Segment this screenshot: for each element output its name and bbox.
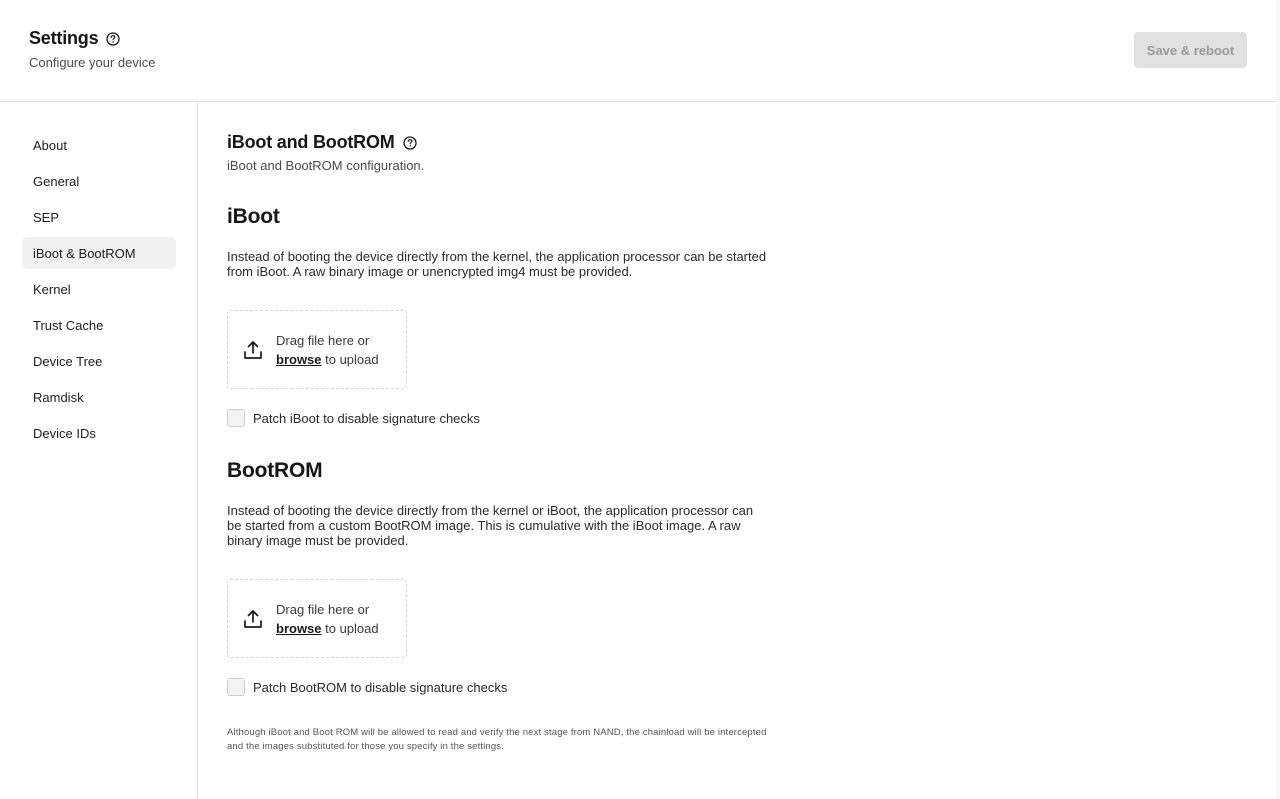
help-circle-icon[interactable] [402,135,417,150]
dropzone-prompt: Drag file here or [276,332,370,348]
sidebar-item-label: Trust Cache [33,317,104,333]
patch-iboot-checkbox-row[interactable]: Patch iBoot to disable signature checks [227,409,480,427]
patch-bootrom-checkbox-row[interactable]: Patch BootROM to disable signature check… [227,678,507,696]
dropzone-prompt: Drag file here or [276,601,370,617]
sidebar-item-label: About [33,137,67,153]
settings-sidebar: About General SEP iBoot & BootROM Kernel… [0,102,198,799]
page-title: Settings [29,28,99,48]
browse-link[interactable]: browse [276,621,322,636]
upload-icon [242,608,264,630]
sidebar-item-kernel[interactable]: Kernel [22,273,176,305]
patch-iboot-checkbox[interactable] [227,409,245,427]
sidebar-item-device-tree[interactable]: Device Tree [22,345,176,377]
page-subtitle: Configure your device [29,55,156,70]
sidebar-item-ramdisk[interactable]: Ramdisk [22,381,176,413]
sidebar-item-sep[interactable]: SEP [22,201,176,233]
patch-iboot-checkbox-label: Patch iBoot to disable signature checks [253,410,480,426]
sidebar-item-iboot-bootrom[interactable]: iBoot & BootROM [22,237,176,269]
sidebar-item-general[interactable]: General [22,165,176,197]
sidebar-item-label: Device Tree [33,353,103,369]
upload-icon [242,339,264,361]
sidebar-item-label: Device IDs [33,425,96,441]
bootrom-section-description: Instead of booting the device directly f… [227,503,754,548]
dropzone-text: Drag file here or browse to upload [276,331,379,369]
save-and-reboot-button[interactable]: Save & reboot [1134,32,1247,68]
iboot-section-title: iBoot [227,205,280,228]
patch-bootrom-checkbox-label: Patch BootROM to disable signature check… [253,679,508,695]
sidebar-item-label: SEP [33,209,60,225]
sidebar-item-label: iBoot & BootROM [33,245,136,261]
scrollbar-track[interactable] [1276,0,1280,799]
sidebar-nav-list: About General SEP iBoot & BootROM Kernel… [22,129,176,453]
iboot-upload-dropzone[interactable]: Drag file here or browse to upload [227,310,407,389]
page-header: Settings Configure your device Save & re… [0,0,1276,102]
sidebar-item-about[interactable]: About [22,129,176,161]
dropzone-suffix: to upload [321,620,379,636]
dropzone-text: Drag file here or browse to upload [276,600,379,638]
patch-bootrom-checkbox[interactable] [227,678,245,696]
sidebar-item-trust-cache[interactable]: Trust Cache [22,309,176,341]
sidebar-item-label: General [33,173,80,189]
sidebar-item-device-ids[interactable]: Device IDs [22,417,176,449]
sidebar-item-label: Ramdisk [33,389,84,405]
bootrom-upload-dropzone[interactable]: Drag file here or browse to upload [227,579,407,658]
dropzone-suffix: to upload [321,351,379,367]
chainload-footnote: Although iBoot and Boot ROM will be allo… [227,727,767,752]
section-page-title: iBoot and BootROM [227,132,395,152]
help-circle-icon[interactable] [106,31,121,46]
section-header: iBoot and BootROM [227,132,417,153]
browse-link[interactable]: browse [276,352,322,367]
section-page-subtitle: iBoot and BootROM configuration. [227,158,425,173]
bootrom-section-title: BootROM [227,459,323,482]
sidebar-item-label: Kernel [33,281,71,297]
header-title-row: Settings [29,28,121,49]
iboot-section-description: Instead of booting the device directly f… [227,249,767,279]
settings-app: Settings Configure your device Save & re… [0,0,1276,799]
